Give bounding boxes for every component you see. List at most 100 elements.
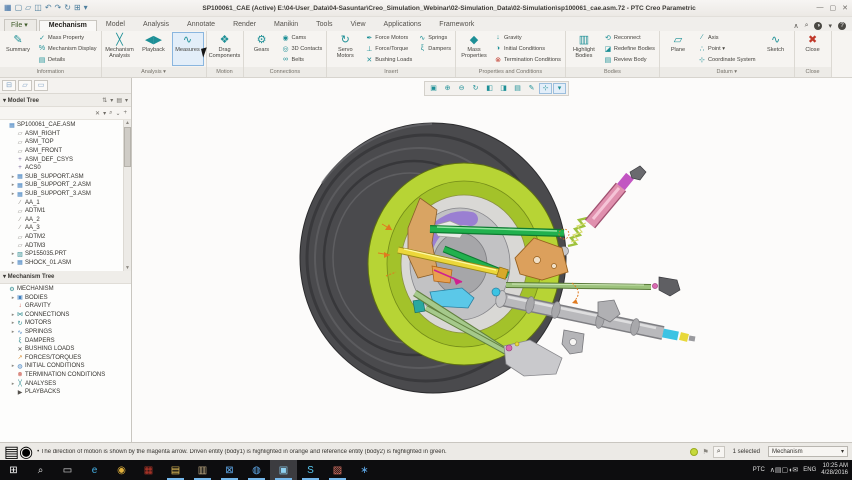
point-button[interactable]: ∴ Point ▾ (696, 43, 758, 54)
tree-item-sub-support-2-asm[interactable]: ▸ ▦ SUB_SUPPORT_2.ASM (0, 181, 131, 190)
session-dropdown-icon[interactable]: ▾ (828, 22, 832, 30)
plane-button[interactable]: ▱ Plane (662, 32, 694, 66)
app-asterisk-icon[interactable]: ∗ (351, 460, 378, 480)
spin-center-icon[interactable]: ⊹ (539, 83, 552, 94)
tab-applications[interactable]: Applications (375, 20, 431, 31)
help-icon[interactable]: ? (838, 22, 846, 30)
file-menu-button[interactable]: File ▾ (4, 19, 37, 31)
mass-properties-button[interactable]: ◆ Mass Properties (458, 32, 490, 66)
favorites-tab-icon[interactable]: ▭ (34, 80, 48, 91)
tree-item-termination-conditions[interactable]: ⊗ TERMINATION CONDITIONS (0, 371, 131, 380)
tree-item-acs0[interactable]: + ACS0 (0, 164, 131, 173)
minimize-ribbon-icon[interactable]: ∧ (793, 22, 798, 30)
tree-item-sub-support-3-asm[interactable]: ▸ ▦ SUB_SUPPORT_3.ASM (0, 190, 131, 199)
window-icon[interactable]: ⊞ (74, 3, 81, 13)
tree-item-sp100061-cae-asm[interactable]: ▦ SP100061_CAE.ASM (0, 121, 131, 130)
selection-filter-dropdown[interactable]: Mechanism ▾ (768, 446, 848, 457)
details-button[interactable]: ▤ Details (36, 54, 99, 65)
tree-columns-icon[interactable]: ▤ (116, 97, 122, 104)
coordinate-system-button[interactable]: ⊹ Coordinate System (696, 54, 758, 65)
model-tree-title[interactable]: ▾ Model Tree (3, 97, 39, 104)
tree-item-adtm2[interactable]: ▱ ADTM2 (0, 233, 131, 242)
zoom-out-icon[interactable]: ⊖ (455, 83, 468, 94)
3d-contacts-button[interactable]: ◎ 3D Contacts (280, 43, 325, 54)
initial-conditions-button[interactable]: ◑ Initial Conditions (492, 43, 563, 54)
force-motors-button[interactable]: ✒ Force Motors (363, 32, 414, 43)
tree-item-forces-torques[interactable]: ↗ FORCES/TORQUES (0, 354, 131, 363)
close-window-button[interactable]: ✕ (842, 4, 848, 12)
tree-item-asm-right[interactable]: ▱ ASM_RIGHT (0, 130, 131, 139)
springs-button[interactable]: ∿ Springs (416, 32, 453, 43)
axis-button[interactable]: ∕ Axis (696, 32, 758, 43)
display-style-icon[interactable]: ◧ (483, 83, 496, 94)
tab-tools[interactable]: Tools (307, 20, 341, 31)
tree-item-bushing-loads[interactable]: ✕ BUSHING LOADS (0, 345, 131, 354)
sketch-button[interactable]: ∿ Sketch (760, 32, 792, 66)
chrome-icon[interactable]: ◉ (108, 460, 135, 480)
tree-item-mechanism[interactable]: ⚙ MECHANISM (0, 285, 131, 294)
belts-button[interactable]: ∞ Belts (280, 54, 325, 65)
skype-icon[interactable]: S (297, 460, 324, 480)
regenerate-icon[interactable]: ↻ (64, 3, 71, 13)
model-tree-tab-icon[interactable]: ⊟ (2, 80, 16, 91)
tree-item-sp155035-prt[interactable]: ▸ ▨ SP155035.PRT (0, 250, 131, 259)
termination-conditions-button[interactable]: ⊗ Termination Conditions (492, 54, 563, 65)
tree-item-adtm3[interactable]: ▱ ADTM3 (0, 241, 131, 250)
view-manager-icon[interactable]: ▾ (553, 83, 566, 94)
servo-motors-button[interactable]: ↻ Servo Motors (329, 32, 361, 66)
mechanism-analysis-button[interactable]: ╳ Mechanism Analysis (104, 32, 136, 66)
review-body-button[interactable]: ▤ Review Body (602, 54, 657, 65)
tab-render[interactable]: Render (224, 20, 265, 31)
tree-item-adtm1[interactable]: ▱ ADTM1 (0, 207, 131, 216)
clear-filter-icon[interactable]: ✕ (95, 110, 100, 117)
undo-icon[interactable]: ↶ (45, 3, 52, 13)
shock-absorber[interactable] (559, 165, 647, 256)
tree-item-sub-support-asm[interactable]: ▸ ▦ SUB_SUPPORT.ASM (0, 173, 131, 182)
scroll-down-icon[interactable]: ▼ (125, 265, 130, 271)
command-search-icon[interactable]: ⌕ (805, 22, 809, 30)
creo-parametric-icon[interactable]: ▣ (270, 460, 297, 480)
highlight-bodies-button[interactable]: ▥ Highlight Bodies (568, 32, 600, 66)
save-icon[interactable]: ◫ (34, 3, 42, 13)
mass-property-button[interactable]: ✓ Mass Property (36, 32, 99, 43)
section-icon[interactable]: ◨ (497, 83, 510, 94)
mechanism-tree-title[interactable]: ▾ Mechanism Tree (3, 273, 54, 280)
tree-columns-dropdown-icon[interactable]: ▾ (125, 97, 128, 104)
zoom-in-icon[interactable]: ⊕ (441, 83, 454, 94)
expand-icon[interactable]: + (123, 110, 127, 116)
tree-item-dampers[interactable]: ξ DAMPERS (0, 336, 131, 345)
app-tan-icon[interactable]: ▥ (189, 460, 216, 480)
outlook-icon[interactable]: ⊠ (216, 460, 243, 480)
search-icon[interactable]: ⌕ (27, 460, 54, 480)
graphics-area[interactable]: ▣ ⊕ ⊖ ↻ ◧ ◨ ▤ ✎ ⊹ ▾ (132, 78, 852, 442)
tab-analysis[interactable]: Analysis (134, 20, 178, 31)
tab-mechanism[interactable]: Mechanism (38, 20, 97, 31)
tab-framework[interactable]: Framework (430, 20, 483, 31)
tree-item-aa-1[interactable]: ∕ AA_1 (0, 198, 131, 207)
summary-button[interactable]: ✎ Summary (2, 32, 34, 66)
tree-item-analyses[interactable]: ▸ ╳ ANALYSES (0, 379, 131, 388)
tab-model[interactable]: Model (97, 20, 134, 31)
tray-folder-icon[interactable]: ▤ (775, 467, 782, 474)
language-indicator[interactable]: ENG (803, 467, 816, 473)
file-explorer-icon[interactable]: ▤ (162, 460, 189, 480)
find-icon[interactable]: ⌕ (109, 110, 112, 117)
tree-item-playbacks[interactable]: ▶ PLAYBACKS (0, 388, 131, 397)
force-torque-button[interactable]: ⊥ Force/Torque (363, 43, 414, 54)
bushing-loads-button[interactable]: ✕ Bushing Loads (363, 54, 414, 65)
tree-item-motors[interactable]: ▸ ↻ MOTORS (0, 319, 131, 328)
taskbar-clock[interactable]: 10:25 AM 4/28/2016 (821, 463, 848, 478)
message-log-icon[interactable]: ▤ (4, 444, 19, 461)
lync-icon[interactable]: ◍ (243, 460, 270, 480)
tree-item-springs[interactable]: ▸ ∿ SPRINGS (0, 328, 131, 337)
start-button[interactable]: ⊞ (0, 460, 27, 480)
scroll-thumb[interactable] (124, 127, 131, 167)
minimize-button[interactable]: — (817, 4, 824, 12)
refit-icon[interactable]: ▣ (427, 83, 440, 94)
tree-item-asm-top[interactable]: ▱ ASM_TOP (0, 138, 131, 147)
tree-item-shock-01-asm[interactable]: ▸ ▦ SHOCK_01.ASM (0, 259, 131, 268)
redo-icon[interactable]: ↷ (55, 3, 62, 13)
tree-item-bodies[interactable]: ▸ ▣ BODIES (0, 293, 131, 302)
filter-dropdown-icon[interactable]: ▾ (103, 110, 106, 117)
drag-components-button[interactable]: ❖ Drag Components (209, 32, 241, 66)
